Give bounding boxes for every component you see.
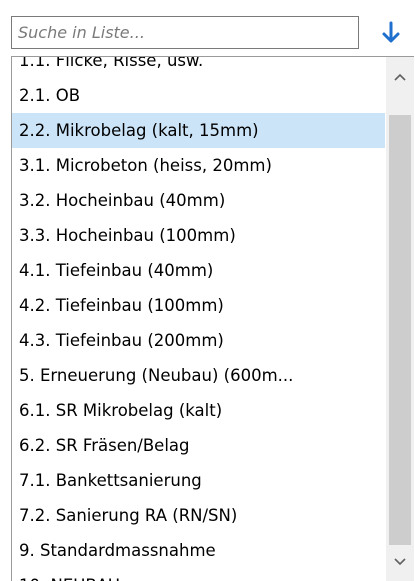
list-item-selected[interactable]: 2.2. Mikrobelag (kalt, 15mm) (12, 113, 385, 148)
list-item[interactable]: 9. Standardmassnahme (12, 533, 385, 568)
sort-button[interactable] (373, 16, 409, 49)
list-item[interactable]: 3.2. Hocheinbau (40mm) (12, 183, 385, 218)
scroll-up-button[interactable] (386, 57, 414, 97)
list-box[interactable]: 1.1. Flicke, Risse, usw. 2.1. OB 2.2. Mi… (11, 56, 414, 581)
list-item[interactable]: 10. NEUBAU (12, 568, 385, 581)
list-item[interactable]: 4.1. Tiefeinbau (40mm) (12, 253, 385, 288)
chevron-down-icon (394, 558, 406, 566)
list-item[interactable]: 5. Erneuerung (Neubau) (600m... (12, 358, 385, 393)
list-item[interactable]: 7.1. Bankettsanierung (12, 463, 385, 498)
search-row (0, 0, 415, 56)
arrow-down-icon (382, 21, 400, 42)
list-panel: 1.1. Flicke, Risse, usw. 2.1. OB 2.2. Mi… (0, 0, 415, 581)
list-item[interactable]: 6.1. SR Mikrobelag (kalt) (12, 393, 385, 428)
vertical-scrollbar[interactable] (386, 57, 414, 581)
search-input[interactable] (11, 16, 359, 49)
list-item[interactable]: 2.1. OB (12, 78, 385, 113)
list-item[interactable]: 7.2. Sanierung RA (RN/SN) (12, 498, 385, 533)
list-item[interactable]: 4.3. Tiefeinbau (200mm) (12, 323, 385, 358)
scroll-down-button[interactable] (386, 542, 414, 581)
list-item[interactable]: 4.2. Tiefeinbau (100mm) (12, 288, 385, 323)
list-item[interactable]: 3.3. Hocheinbau (100mm) (12, 218, 385, 253)
list-item[interactable]: 6.2. SR Fräsen/Belag (12, 428, 385, 463)
list-item[interactable]: 3.1. Microbeton (heiss, 20mm) (12, 148, 385, 183)
list-items: 1.1. Flicke, Risse, usw. 2.1. OB 2.2. Mi… (12, 57, 385, 581)
scroll-thumb[interactable] (389, 115, 411, 545)
list-item[interactable]: 1.1. Flicke, Risse, usw. (12, 57, 385, 78)
chevron-up-icon (394, 73, 406, 81)
